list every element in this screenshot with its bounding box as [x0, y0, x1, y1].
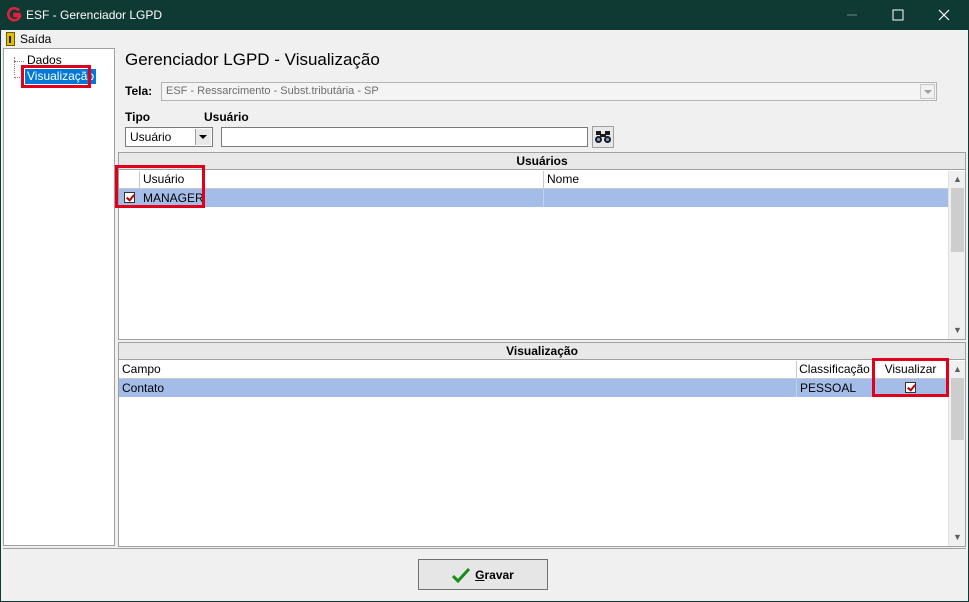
tipo-label: Tipo: [125, 110, 151, 124]
page-title: Gerenciador LGPD - Visualização: [125, 50, 380, 69]
usuarios-section-title: Usuários: [119, 153, 965, 170]
usuarios-grid-header: Usuário Nome: [119, 171, 948, 189]
column-header-nome[interactable]: Nome: [544, 171, 948, 189]
usuario-label: Usuário: [204, 110, 249, 124]
footer-bar: Gravar: [3, 548, 966, 598]
navigation-tree: Dados Visualização: [3, 48, 115, 546]
table-row[interactable]: MANAGER: [119, 189, 948, 207]
visualizacao-scrollbar[interactable]: ▲ ▼: [948, 361, 965, 546]
close-icon[interactable]: [921, 0, 967, 30]
scrollbar-thumb[interactable]: [951, 378, 964, 440]
usuario-input[interactable]: [221, 127, 588, 147]
save-button-label: Gravar: [475, 568, 514, 582]
tela-label: Tela:: [125, 84, 153, 98]
scrollbar-thumb[interactable]: [951, 188, 964, 252]
visualizacao-grid-header: Campo Classificação Visualizar: [119, 361, 948, 379]
table-row[interactable]: Contato PESSOAL: [119, 379, 948, 397]
column-header-campo[interactable]: Campo: [119, 361, 797, 379]
menu-bar: Saída: [1, 30, 968, 47]
tela-value: ESF - Ressarcimento - Subst.tributária -…: [166, 85, 379, 97]
save-button[interactable]: Gravar: [418, 559, 548, 590]
chevron-down-icon: [920, 84, 935, 99]
chevron-down-icon[interactable]: [195, 129, 211, 145]
highlight-box-usuario: [115, 165, 205, 208]
tipo-value: Usuário: [130, 130, 172, 144]
cell-campo: Contato: [119, 379, 797, 397]
tipo-select[interactable]: Usuário: [125, 127, 213, 147]
save-button-label-rest: ravar: [484, 567, 514, 582]
exit-door-icon: [6, 32, 15, 46]
visualizacao-section: Visualização Campo Classificação Visuali…: [118, 342, 966, 547]
highlight-box-visualizar: [872, 358, 949, 397]
window-title: ESF - Gerenciador LGPD: [26, 8, 163, 22]
highlight-box-tree: [21, 65, 91, 88]
checkmark-icon: [452, 567, 471, 583]
tree-connector: [14, 57, 15, 75]
usuarios-scrollbar[interactable]: ▲ ▼: [948, 171, 965, 339]
title-bar[interactable]: ESF - Gerenciador LGPD: [0, 0, 969, 30]
minimize-icon[interactable]: [829, 0, 875, 30]
cell-nome: [544, 189, 948, 207]
usuarios-section: Usuários Usuário Nome MANAGER ▲ ▼: [115, 152, 966, 340]
column-header-classificacao[interactable]: Classificação: [797, 361, 873, 379]
scroll-up-icon[interactable]: ▲: [949, 171, 966, 188]
app-logo-icon: [7, 7, 22, 22]
main-panel: Gerenciador LGPD - Visualização Tela: ES…: [115, 48, 966, 547]
search-button[interactable]: [592, 126, 614, 148]
binoculars-icon: [595, 131, 611, 143]
menu-item-label: Saída: [20, 32, 52, 46]
scroll-up-icon[interactable]: ▲: [949, 361, 966, 378]
tela-select: ESF - Ressarcimento - Subst.tributária -…: [161, 82, 937, 101]
scroll-down-icon[interactable]: ▼: [949, 322, 966, 339]
tree-connector: [14, 61, 24, 62]
scroll-down-icon[interactable]: ▼: [949, 529, 966, 546]
maximize-icon[interactable]: [875, 0, 921, 30]
cell-classificacao: PESSOAL: [797, 379, 873, 397]
menu-item-saida[interactable]: Saída: [6, 31, 51, 47]
visualizacao-section-title: Visualização: [119, 343, 965, 360]
